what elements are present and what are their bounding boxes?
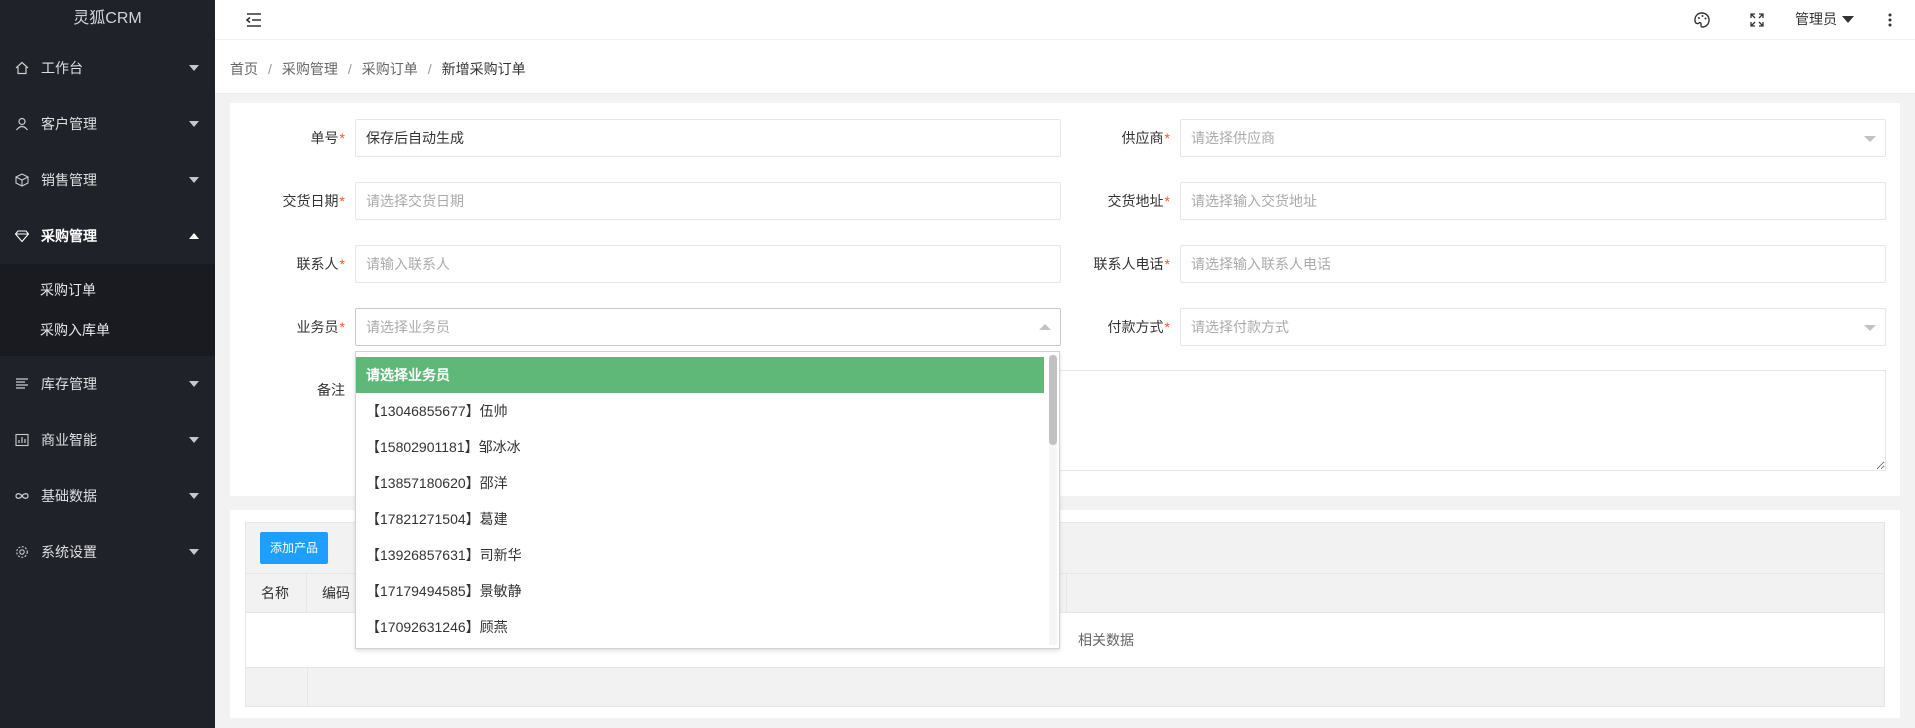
breadcrumb-home[interactable]: 首页 [230, 59, 258, 79]
salesman-arrow-up-icon [1039, 324, 1051, 330]
sidebar-item-settings[interactable]: 系统设置 [0, 524, 215, 580]
chevron-down-icon [189, 121, 199, 127]
dropdown-option[interactable]: 【13857180620】邵洋 [356, 465, 1044, 501]
top-header: 管理员 [215, 0, 1915, 40]
dropdown-option[interactable]: 【13926857631】司新华 [356, 537, 1044, 573]
delivery-address-label: 交货地址* [1107, 193, 1170, 209]
user-menu[interactable]: 管理员 [1795, 9, 1854, 29]
supplier-label: 供应商* [1121, 130, 1170, 146]
sidebar-item-basic-data[interactable]: 基础数据 [0, 468, 215, 524]
user-icon [15, 117, 29, 131]
column-header-name: 名称 [246, 574, 307, 612]
list-icon [15, 377, 29, 391]
app-logo: 灵狐CRM [73, 10, 142, 27]
supplier-select[interactable] [1180, 119, 1886, 157]
dropdown-option[interactable]: 【17821271504】葛建 [356, 501, 1044, 537]
sidebar: 灵狐CRM 工作台 客户管理 销售管理 采购管理 采购订单 采购入库单 库存管理… [0, 0, 215, 728]
order-no-input[interactable] [355, 119, 1061, 157]
chart-icon [15, 433, 29, 447]
remark-label: 备注 [317, 382, 345, 398]
contact-input[interactable] [355, 245, 1061, 283]
contact-label: 联系人* [296, 256, 345, 272]
chevron-down-icon [189, 549, 199, 555]
salesman-label: 业务员* [296, 319, 345, 335]
order-no-label: 单号* [310, 130, 345, 146]
salesman-dropdown: 请选择业务员 【13046855677】伍帅 【15802901181】邹冰冰 … [355, 351, 1060, 649]
theme-palette-icon[interactable] [1693, 11, 1711, 29]
more-vertical-icon[interactable] [1885, 11, 1895, 29]
dropdown-option[interactable]: 【17179494585】景敏静 [356, 573, 1044, 609]
home-icon [15, 61, 29, 75]
chevron-down-icon [189, 65, 199, 71]
breadcrumb-purchase-order[interactable]: 采购订单 [362, 59, 418, 79]
sidebar-item-label: 工作台 [41, 60, 83, 76]
cube-icon [15, 173, 29, 187]
chevron-down-icon [189, 177, 199, 183]
dropdown-option[interactable]: 【13046855677】伍帅 [356, 393, 1044, 429]
infinity-icon [15, 489, 29, 503]
payment-select[interactable] [1180, 308, 1886, 346]
salesman-select[interactable] [355, 308, 1061, 346]
table-footer [245, 667, 1885, 707]
gear-icon [15, 545, 29, 559]
sidebar-item-inventory[interactable]: 库存管理 [0, 356, 215, 412]
caret-down-icon [1842, 15, 1854, 23]
menu-toggle-icon[interactable] [245, 11, 263, 29]
chevron-down-icon [189, 381, 199, 387]
contact-phone-input[interactable] [1180, 245, 1886, 283]
dropdown-option[interactable]: 【17092631246】顾燕 [356, 609, 1044, 645]
contact-phone-label: 联系人电话* [1093, 256, 1170, 272]
breadcrumb-current: 新增采购订单 [441, 61, 526, 77]
sidebar-item-label: 商业智能 [41, 432, 97, 448]
sidebar-item-bi[interactable]: 商业智能 [0, 412, 215, 468]
user-name: 管理员 [1795, 11, 1837, 27]
sidebar-item-sales[interactable]: 销售管理 [0, 152, 215, 208]
dropdown-scrollbar[interactable] [1049, 355, 1057, 645]
sidebar-item-label: 销售管理 [41, 172, 97, 188]
chevron-down-icon [189, 493, 199, 499]
chevron-down-icon [189, 437, 199, 443]
delivery-date-input[interactable] [355, 182, 1061, 220]
dropdown-scrollbar-thumb[interactable] [1049, 355, 1057, 445]
sidebar-subitem-purchase-inbound[interactable]: 采购入库单 [0, 310, 215, 350]
purchase-submenu: 采购订单 采购入库单 [0, 264, 215, 356]
breadcrumb: 首页 / 采购管理 / 采购订单 / 新增采购订单 [215, 40, 1915, 94]
sidebar-item-label: 库存管理 [41, 376, 97, 392]
sidebar-item-label: 基础数据 [41, 488, 97, 504]
sidebar-item-label: 采购管理 [41, 228, 97, 244]
sidebar-item-label: 客户管理 [41, 116, 97, 132]
breadcrumb-purchase[interactable]: 采购管理 [282, 59, 338, 79]
sidebar-item-label: 系统设置 [41, 544, 97, 560]
sidebar-subitem-purchase-order[interactable]: 采购订单 [0, 270, 215, 310]
sidebar-item-workbench[interactable]: 工作台 [0, 40, 215, 96]
delivery-date-label: 交货日期* [282, 193, 345, 209]
dropdown-option[interactable]: 【15802901181】邹冰冰 [356, 429, 1044, 465]
empty-text: 相关数据 [1078, 632, 1134, 648]
fullscreen-icon[interactable] [1748, 11, 1766, 29]
diamond-icon [15, 229, 29, 243]
sidebar-item-customer[interactable]: 客户管理 [0, 96, 215, 152]
supplier-arrow-icon [1864, 136, 1876, 142]
payment-arrow-icon [1864, 325, 1876, 331]
payment-label: 付款方式* [1107, 319, 1170, 335]
sidebar-item-purchase[interactable]: 采购管理 [0, 208, 215, 264]
chevron-up-icon [189, 233, 199, 239]
dropdown-option[interactable]: 请选择业务员 [356, 357, 1044, 393]
delivery-address-input[interactable] [1180, 182, 1886, 220]
add-product-button[interactable]: 添加产品 [260, 532, 329, 564]
